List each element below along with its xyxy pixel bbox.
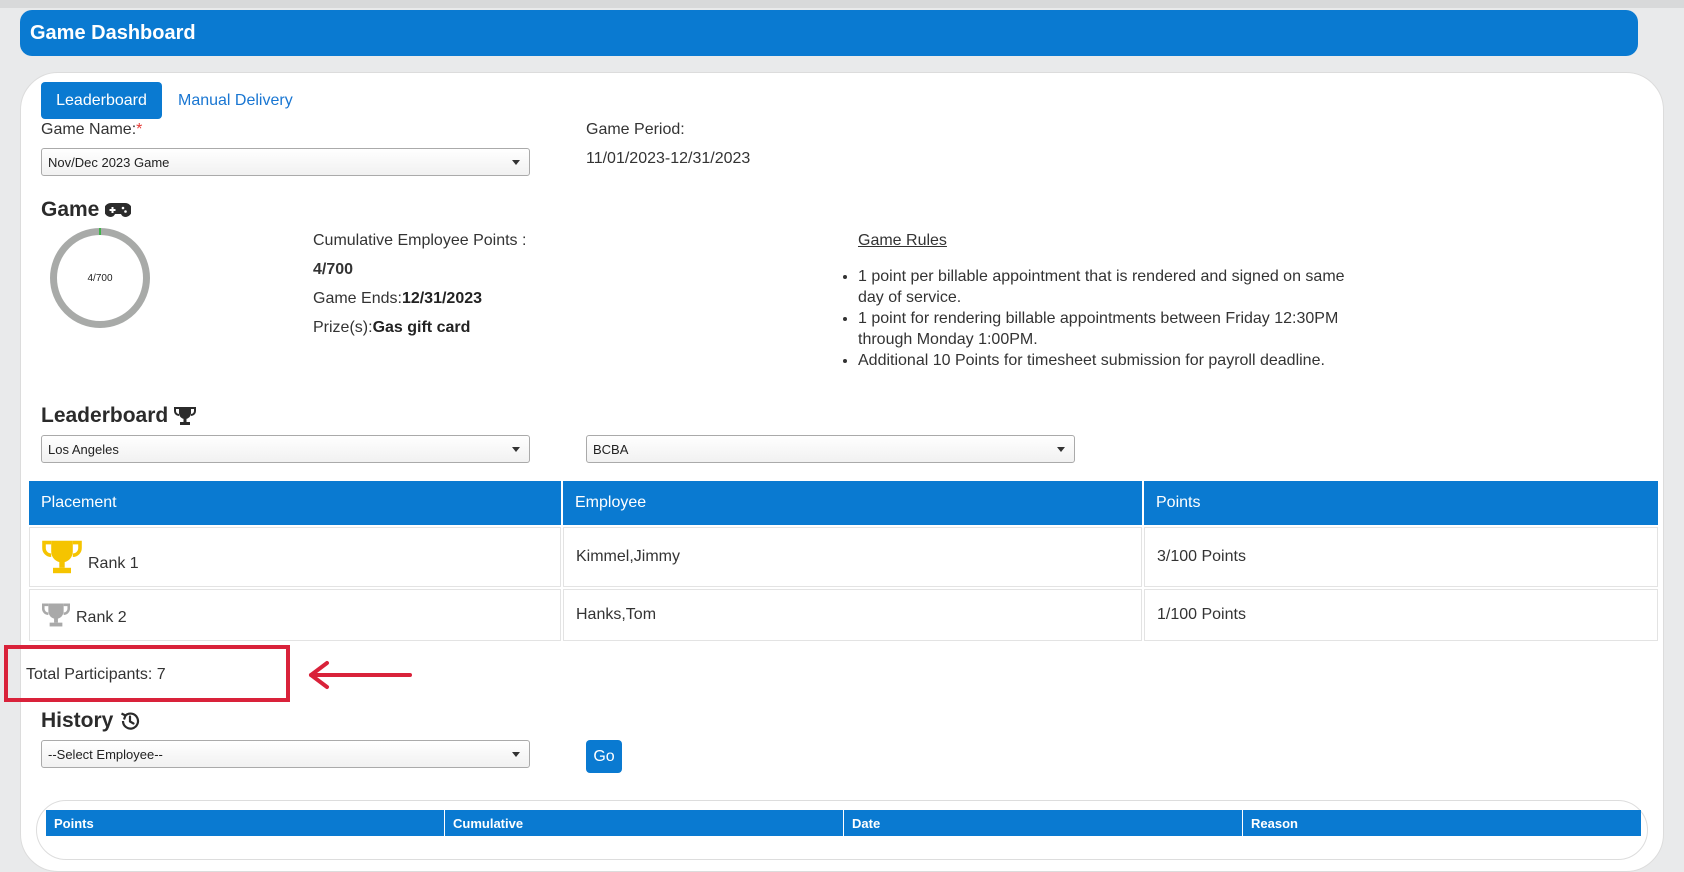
prizes-value: Gas gift card [372, 319, 471, 336]
cumulative-points-label: Cumulative Employee Points : [313, 232, 527, 249]
go-button[interactable]: Go [586, 740, 622, 773]
trophy-icon [174, 407, 197, 425]
tab-leaderboard-label: Leaderboard [56, 91, 147, 109]
game-period-label: Game Period: [586, 121, 685, 138]
role-filter-value: BCBA [593, 441, 629, 457]
game-section-title: Game [41, 198, 132, 222]
leaderboard-header-row: Placement Employee Points [29, 481, 1658, 525]
table-row: Rank 1 Kimmel,Jimmy 3/100 Points [29, 527, 1658, 587]
history-title-text: History [41, 709, 114, 732]
page-title: Game Dashboard [30, 21, 196, 44]
column-header-placement: Placement [29, 481, 561, 525]
rank-label: Rank 1 [88, 555, 139, 572]
column-header-points: Points [1144, 481, 1658, 525]
top-shade [0, 0, 1684, 8]
employee-cell: Hanks,Tom [563, 589, 1142, 641]
game-name-label: Game Name:* [41, 121, 142, 139]
history-column-points: Points [46, 810, 445, 836]
rank-label: Rank 2 [76, 609, 127, 626]
prizes-label: Prize(s): [313, 319, 373, 336]
game-ends: Game Ends:12/31/2023 [313, 290, 482, 308]
go-button-label: Go [593, 747, 615, 765]
game-name-label-text: Game Name: [41, 121, 137, 138]
prizes: Prize(s):Gas gift card [313, 319, 470, 337]
placement-cell: Rank 1 [29, 527, 561, 587]
history-section-title: History [41, 709, 141, 733]
game-period-value: 11/01/2023-12/31/2023 [586, 150, 751, 167]
tab-manual-delivery[interactable]: Manual Delivery [178, 92, 293, 110]
annotation-arrow-icon [309, 661, 412, 689]
leaderboard-section-title: Leaderboard [41, 404, 197, 428]
game-name-select[interactable]: Nov/Dec 2023 Game [41, 148, 530, 176]
employee-select-value: --Select Employee-- [48, 746, 163, 762]
game-rules-title: Game Rules [858, 232, 947, 249]
location-filter-value: Los Angeles [48, 441, 119, 457]
history-column-cumulative: Cumulative [445, 810, 844, 836]
chevron-down-icon [1057, 447, 1065, 452]
points-cell: 1/100 Points [1144, 589, 1658, 641]
points-cell: 3/100 Points [1144, 527, 1658, 587]
game-rule-item: Additional 10 Points for timesheet submi… [858, 350, 1358, 371]
employee-cell: Kimmel,Jimmy [563, 527, 1142, 587]
total-participants: Total Participants: 7 [26, 666, 166, 683]
required-mark: * [136, 121, 143, 138]
table-row: Rank 2 Hanks,Tom 1/100 Points [29, 589, 1658, 641]
game-rule-item: 1 point per billable appointment that is… [858, 266, 1358, 308]
column-header-employee: Employee [563, 481, 1142, 525]
placement-cell: Rank 2 [29, 589, 561, 641]
gold-trophy-icon [42, 540, 82, 574]
progress-ring-text: 4/700 [87, 272, 113, 284]
gamepad-icon [105, 203, 132, 217]
game-rule-item: 1 point for rendering billable appointme… [858, 308, 1358, 350]
location-filter-select[interactable]: Los Angeles [41, 435, 530, 463]
history-table-header: Points Cumulative Date Reason [46, 810, 1641, 836]
employee-select[interactable]: --Select Employee-- [41, 740, 530, 768]
silver-trophy-icon [42, 603, 70, 627]
game-title-text: Game [41, 198, 100, 221]
game-name-select-value: Nov/Dec 2023 Game [48, 154, 170, 170]
history-column-date: Date [844, 810, 1243, 836]
history-icon [121, 712, 140, 730]
leaderboard-table: Placement Employee Points Rank 1 Kimmel,… [27, 479, 1660, 643]
progress-ring: 4/700 [50, 228, 150, 328]
leaderboard-title-text: Leaderboard [41, 404, 169, 427]
game-ends-value: 12/31/2023 [401, 290, 483, 307]
chevron-down-icon [512, 447, 520, 452]
cumulative-points-value: 4/700 [313, 261, 354, 278]
tab-leaderboard[interactable]: Leaderboard [41, 82, 162, 119]
progress-ring-indicator [99, 228, 101, 235]
chevron-down-icon [512, 752, 520, 757]
chevron-down-icon [512, 160, 520, 165]
game-rules-list: 1 point per billable appointment that is… [838, 266, 1358, 371]
page-header: Game Dashboard [20, 10, 1638, 56]
role-filter-select[interactable]: BCBA [586, 435, 1075, 463]
history-column-reason: Reason [1251, 815, 1298, 831]
game-ends-label: Game Ends: [313, 290, 402, 307]
